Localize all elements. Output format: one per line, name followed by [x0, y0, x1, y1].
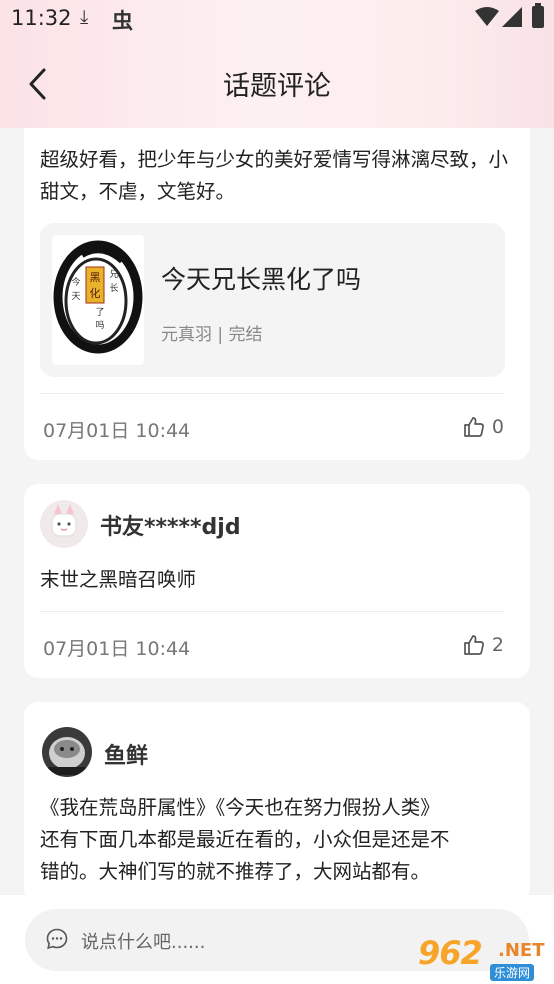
comment-card: 书友*****djd 末世之黑暗召唤师 07月01日 10:44 2: [24, 484, 530, 678]
watermark-net: .NET: [498, 940, 545, 961]
chat-bubble-icon: [46, 928, 68, 950]
status-bar: 11:32 ⤓ 虫: [0, 0, 554, 38]
comment-text-line: 错的。大神们写的就不推荐了，大网站都有。: [40, 860, 431, 883]
book-cover-art: 黑 化 兄 长 今 天 了 吗: [52, 235, 144, 365]
cover-char: 天: [71, 292, 80, 302]
book-cover: 黑 化 兄 长 今 天 了 吗: [52, 235, 144, 365]
avatar-image: [42, 727, 92, 777]
watermark-sub: 乐游网: [490, 964, 535, 981]
book-title: 今天兄长黑化了吗: [161, 265, 362, 294]
like-button[interactable]: 2: [462, 633, 504, 657]
signal-icon: [502, 7, 522, 27]
divider: [40, 611, 504, 612]
comment-text-line: 《我在荒岛肝属性》《今天也在努力假扮人类》: [40, 796, 440, 819]
cover-char: 长: [109, 282, 118, 294]
like-button[interactable]: 0: [462, 415, 504, 439]
comment-date: 07月01日 10:44: [43, 638, 191, 660]
cover-char: 了: [95, 307, 104, 318]
comment-input-placeholder: 说点什么吧......: [81, 932, 206, 953]
avatar[interactable]: [42, 727, 92, 777]
cover-char: 兄: [109, 269, 118, 280]
battery-icon: [532, 3, 544, 28]
page-title: 话题评论: [223, 71, 331, 102]
watermark-main: 962: [418, 934, 483, 972]
divider: [40, 393, 504, 394]
avatar-image: [40, 500, 88, 548]
book-meta: 元真羽 | 完结: [161, 325, 263, 345]
thumbs-up-icon: [464, 417, 484, 437]
like-count: 2: [491, 634, 504, 656]
thumbs-up-icon: [464, 635, 484, 655]
cover-char: 吗: [95, 320, 104, 331]
header: 11:32 ⤓ 虫 话题评论: [0, 0, 554, 128]
comment-card: 鱼鲜 《我在荒岛肝属性》《今天也在努力假扮人类》 还有下面几本都是最近在看的，小…: [24, 702, 530, 902]
wifi-icon: [475, 7, 499, 26]
like-count: 0: [491, 416, 504, 438]
comment-text-line: 还有下面几本都是最近在看的，小众但是还是不: [40, 828, 450, 851]
comment-card: 超级好看，把少年与少女的美好爱情写得淋漓尽致，小甜文，不虐，文笔好。 黑 化 兄…: [24, 100, 530, 460]
cover-char: 黑: [90, 271, 101, 284]
comment-text: 末世之黑暗召唤师: [40, 568, 197, 591]
debug-icon: 虫: [112, 9, 133, 33]
status-time: 11:32: [11, 6, 72, 30]
comment-date: 07月01日 10:44: [43, 420, 191, 442]
user-name[interactable]: 鱼鲜: [104, 738, 148, 770]
cover-char: 今: [71, 276, 80, 288]
book-card[interactable]: 黑 化 兄 长 今 天 了 吗 今天兄长黑化了吗 元真羽 | 完结: [40, 223, 505, 377]
watermark-logo: 962 .NET 乐游网: [414, 934, 550, 982]
cover-char: 化: [90, 286, 101, 300]
comment-text: 超级好看，把少年与少女的美好爱情写得淋漓尽致，小甜文，不虐，文笔好。: [40, 148, 509, 203]
user-name[interactable]: 书友*****djd: [100, 509, 241, 541]
download-icon: ⤓: [80, 6, 89, 28]
avatar[interactable]: [40, 500, 88, 548]
